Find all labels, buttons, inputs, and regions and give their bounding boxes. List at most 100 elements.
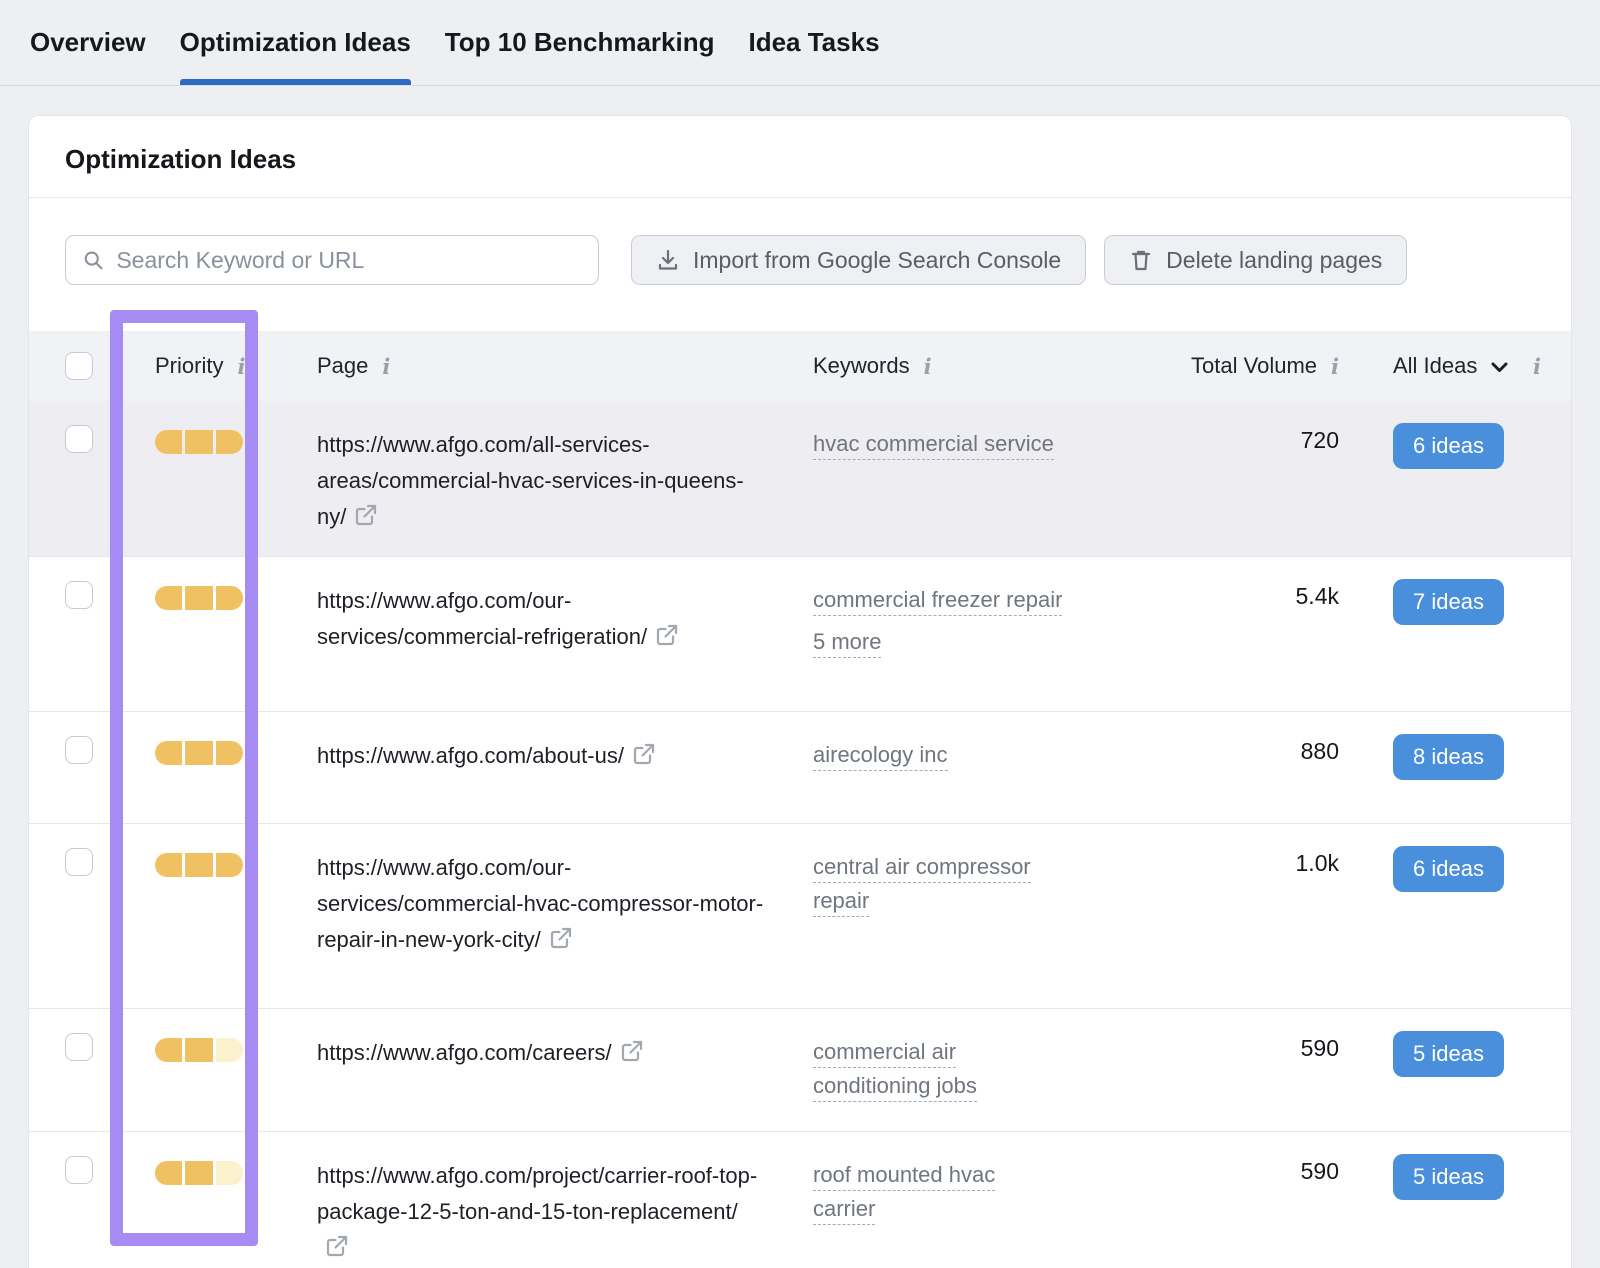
row-checkbox[interactable] [65, 736, 93, 764]
priority-bar [155, 430, 243, 454]
table-row: https://www.afgo.com/our-services/commer… [29, 823, 1571, 1008]
tab-bar: Overview Optimization Ideas Top 10 Bench… [0, 0, 1600, 86]
search-icon [82, 248, 104, 272]
keywords-info-icon[interactable]: i [922, 356, 934, 377]
page-url-link[interactable]: https://www.afgo.com/our-services/commer… [317, 850, 767, 958]
priority-bar [155, 586, 243, 610]
all-ideas-info-icon[interactable]: i [1531, 356, 1543, 377]
total-volume-value: 1.0k [1173, 824, 1343, 1008]
optimization-ideas-panel: Optimization Ideas Import from Google Se… [28, 115, 1572, 1268]
priority-segment [216, 741, 243, 765]
priority-segment [185, 853, 212, 877]
page-url-link[interactable]: https://www.afgo.com/about-us/ [317, 738, 767, 774]
total-volume-value: 590 [1173, 1132, 1343, 1268]
trash-icon [1129, 248, 1153, 272]
keyword-link[interactable]: commercial freezer repair [813, 587, 1062, 616]
keywords-cell: roof mounted hvac carrier [813, 1132, 1173, 1268]
row-checkbox[interactable] [65, 848, 93, 876]
chevron-down-icon[interactable] [1491, 362, 1508, 373]
priority-segment [155, 1038, 182, 1062]
keyword-link[interactable]: airecology inc [813, 742, 948, 771]
keywords-cell: central air compressor repair [813, 824, 1173, 1008]
page-url-link[interactable]: https://www.afgo.com/our-services/commer… [317, 583, 767, 655]
delete-landing-pages-button[interactable]: Delete landing pages [1104, 235, 1407, 285]
external-link-icon[interactable] [549, 926, 573, 950]
download-icon [656, 248, 680, 272]
keywords-cell: commercial air conditioning jobs [813, 1009, 1173, 1131]
table-row: https://www.afgo.com/all-services-areas/… [29, 401, 1571, 556]
keywords-cell: commercial freezer repair 5 more [813, 557, 1173, 711]
priority-segment [216, 586, 243, 610]
table-row: https://www.afgo.com/careers/ commercial… [29, 1008, 1571, 1131]
priority-segment [155, 430, 182, 454]
page-url-link[interactable]: https://www.afgo.com/all-services-areas/… [317, 427, 767, 535]
priority-segment [185, 741, 212, 765]
keyword-link[interactable]: roof mounted hvac carrier [813, 1162, 995, 1225]
tab-top-10-benchmarking[interactable]: Top 10 Benchmarking [445, 0, 715, 85]
priority-segment [155, 741, 182, 765]
total-volume-info-icon[interactable]: i [1329, 356, 1341, 377]
total-volume-value: 720 [1173, 401, 1343, 556]
search-input[interactable] [116, 247, 582, 274]
keyword-link[interactable]: hvac commercial service [813, 431, 1054, 460]
table-row: https://www.afgo.com/about-us/ airecolog… [29, 711, 1571, 823]
tab-optimization-ideas[interactable]: Optimization Ideas [180, 0, 411, 85]
import-gsc-button[interactable]: Import from Google Search Console [631, 235, 1086, 285]
toolbar: Import from Google Search Console Delete… [29, 198, 1571, 331]
priority-segment [216, 1038, 243, 1062]
delete-landing-pages-label: Delete landing pages [1166, 247, 1382, 274]
keywords-column-header: Keywords [813, 353, 910, 379]
table-header: Priority i Page i Keywords i Total Volum… [29, 331, 1571, 401]
priority-segment [185, 430, 212, 454]
ideas-count-button[interactable]: 6 ideas [1393, 423, 1504, 469]
priority-segment [216, 853, 243, 877]
priority-bar [155, 1161, 243, 1185]
priority-column-header: Priority [155, 353, 223, 379]
row-checkbox[interactable] [65, 581, 93, 609]
external-link-icon[interactable] [655, 623, 679, 647]
row-checkbox[interactable] [65, 1033, 93, 1061]
external-link-icon[interactable] [354, 503, 378, 527]
priority-segment [216, 430, 243, 454]
page-url-link[interactable]: https://www.afgo.com/careers/ [317, 1035, 767, 1071]
external-link-icon[interactable] [632, 742, 656, 766]
priority-info-icon[interactable]: i [235, 356, 247, 377]
priority-bar [155, 741, 243, 765]
ideas-count-button[interactable]: 5 ideas [1393, 1154, 1504, 1200]
priority-bar [155, 1038, 243, 1062]
panel-title: Optimization Ideas [29, 116, 1571, 198]
priority-bar [155, 853, 243, 877]
priority-segment [155, 1161, 182, 1185]
table-body: https://www.afgo.com/all-services-areas/… [29, 401, 1571, 1268]
priority-segment [216, 1161, 243, 1185]
keywords-cell: airecology inc [813, 712, 1173, 823]
external-link-icon[interactable] [620, 1039, 644, 1063]
keyword-link[interactable]: central air compressor repair [813, 854, 1031, 917]
total-volume-value: 880 [1173, 712, 1343, 823]
priority-segment [155, 853, 182, 877]
row-checkbox[interactable] [65, 425, 93, 453]
total-volume-value: 590 [1173, 1009, 1343, 1131]
priority-segment [185, 1038, 212, 1062]
ideas-count-button[interactable]: 5 ideas [1393, 1031, 1504, 1077]
page-url-link[interactable]: https://www.afgo.com/project/carrier-roo… [317, 1158, 767, 1266]
priority-segment [155, 586, 182, 610]
all-ideas-filter[interactable]: All Ideas [1393, 353, 1477, 379]
more-keywords-link[interactable]: 5 more [813, 629, 881, 658]
row-checkbox[interactable] [65, 1156, 93, 1184]
priority-segment [185, 1161, 212, 1185]
tab-idea-tasks[interactable]: Idea Tasks [748, 0, 879, 85]
priority-segment [185, 586, 212, 610]
tab-overview[interactable]: Overview [30, 0, 146, 85]
table-row: https://www.afgo.com/project/carrier-roo… [29, 1131, 1571, 1268]
keywords-cell: hvac commercial service [813, 401, 1173, 556]
ideas-count-button[interactable]: 8 ideas [1393, 734, 1504, 780]
external-link-icon[interactable] [325, 1234, 349, 1258]
ideas-count-button[interactable]: 6 ideas [1393, 846, 1504, 892]
page-info-icon[interactable]: i [380, 356, 392, 377]
keyword-link[interactable]: commercial air conditioning jobs [813, 1039, 977, 1102]
search-box [65, 235, 599, 285]
total-volume-value: 5.4k [1173, 557, 1343, 711]
select-all-checkbox[interactable] [65, 352, 93, 380]
ideas-count-button[interactable]: 7 ideas [1393, 579, 1504, 625]
